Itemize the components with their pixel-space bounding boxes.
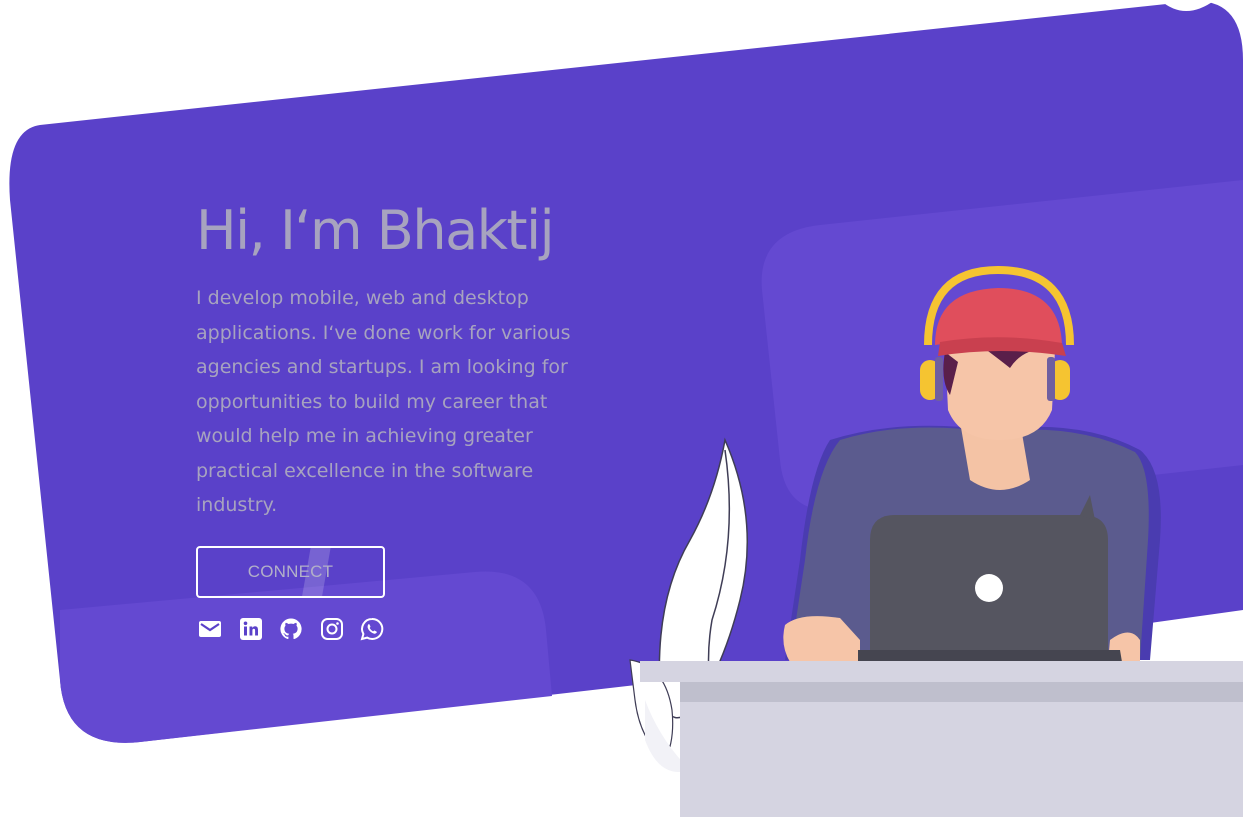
instagram-icon (320, 618, 343, 640)
whatsapp-icon (360, 617, 384, 641)
github-link[interactable] (279, 617, 303, 641)
linkedin-link[interactable] (239, 617, 263, 641)
email-link[interactable] (198, 617, 222, 641)
hero-background (9, 0, 1243, 817)
whatsapp-link[interactable] (360, 617, 384, 641)
mail-icon (199, 621, 221, 637)
github-icon (280, 618, 302, 640)
instagram-link[interactable] (320, 617, 344, 641)
desk-illustration (640, 661, 1243, 817)
hero-text-block: Hi, I‘m Bhaktij I develop mobile, web an… (196, 195, 596, 523)
linkedin-icon (239, 618, 262, 640)
hero-title: Hi, I‘m Bhaktij (196, 199, 555, 262)
connect-button[interactable]: CONNECT (196, 546, 385, 598)
connect-button-label: CONNECT (247, 562, 334, 581)
hero-description: I develop mobile, web and desktop applic… (196, 287, 571, 516)
hero-section: Hi, I‘m Bhaktij I develop mobile, web an… (0, 0, 1243, 817)
social-links (198, 617, 401, 641)
